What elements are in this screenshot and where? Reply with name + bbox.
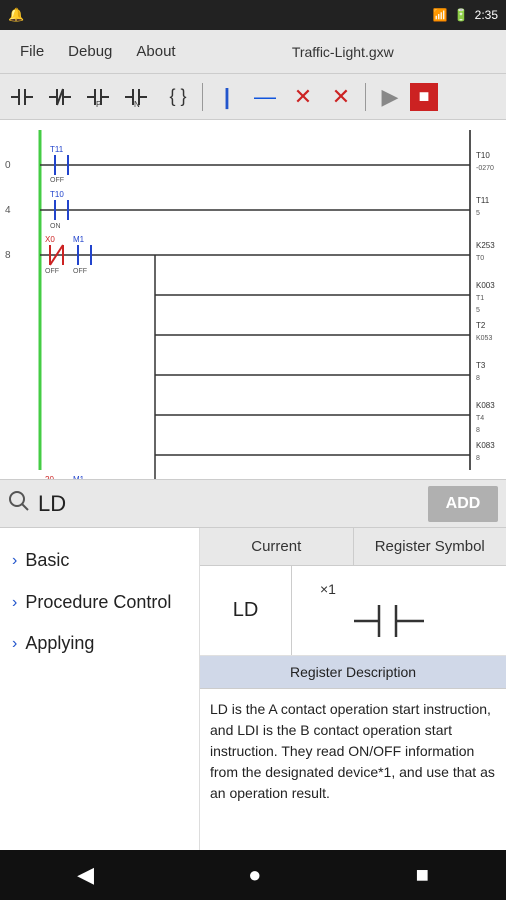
register-description-header: Register Description [200, 656, 506, 689]
nav-item-procedure-control[interactable]: › Procedure Control [0, 582, 199, 624]
notification-icon: 🔔 [8, 7, 24, 23]
svg-text:K053: K053 [476, 335, 492, 342]
status-left: 🔔 [8, 7, 24, 23]
bottom-panel: › Basic › Procedure Control › Applying C… [0, 528, 506, 898]
svg-text:X0: X0 [45, 235, 55, 244]
search-bar: ADD [0, 480, 506, 528]
window-title: Traffic-Light.gxw [188, 44, 498, 60]
svg-text:0: 0 [5, 160, 11, 171]
table-header: Current Register Symbol [200, 528, 506, 566]
delete-coil-button[interactable]: ✕ [323, 79, 359, 115]
cell-current-ld: LD [200, 566, 292, 655]
svg-text:T10: T10 [476, 151, 490, 160]
ladder-svg: T11 OFF T10 -0270 T10 ON T11 5 X0 OFF M1… [0, 120, 506, 479]
vertical-line-button[interactable]: | [209, 79, 245, 115]
nav-label-applying: Applying [25, 633, 94, 655]
svg-text:T11: T11 [50, 145, 64, 154]
svg-text:4: 4 [5, 205, 11, 216]
nav-label-basic: Basic [25, 550, 69, 572]
svg-text:T1: T1 [476, 295, 484, 302]
search-icon [8, 490, 30, 518]
contact-n-button[interactable]: N [122, 79, 158, 115]
nav-arrow-basic: › [12, 552, 17, 570]
contact-symbol-svg [354, 601, 444, 641]
recent-button[interactable]: ■ [416, 862, 429, 888]
status-right: 📶 🔋 2:35 [433, 8, 498, 22]
status-bar: 🔔 📶 🔋 2:35 [0, 0, 506, 30]
svg-text:8: 8 [5, 250, 11, 261]
toolbar-separator-1 [202, 83, 203, 111]
header-register-symbol: Register Symbol [354, 528, 506, 565]
svg-text:5: 5 [476, 210, 480, 217]
svg-text:OFF: OFF [45, 268, 59, 275]
svg-text:8: 8 [476, 427, 480, 434]
svg-text:OFF: OFF [73, 268, 87, 275]
nav-item-basic[interactable]: › Basic [0, 540, 199, 582]
right-panel: Current Register Symbol LD ×1 Register D… [200, 528, 506, 898]
svg-text:20: 20 [45, 475, 54, 479]
menu-bar: File Debug About Traffic-Light.gxw [0, 30, 506, 74]
svg-text:T10: T10 [50, 190, 64, 199]
svg-text:P: P [96, 100, 101, 109]
time-display: 2:35 [475, 8, 498, 22]
symbol-x1-label: ×1 [320, 581, 336, 597]
menu-about[interactable]: About [124, 37, 187, 66]
toolbar: P N { } | — ✕ ✕ ▶ ■ [0, 74, 506, 120]
svg-text:K253: K253 [476, 241, 495, 250]
nav-arrow-applying: › [12, 635, 17, 653]
ladder-area: T11 OFF T10 -0270 T10 ON T11 5 X0 OFF M1… [0, 120, 506, 480]
nav-item-applying[interactable]: › Applying [0, 623, 199, 665]
table-row-ld: LD ×1 [200, 566, 506, 656]
svg-text:M1: M1 [73, 475, 85, 479]
delete-contact-button[interactable]: ✕ [285, 79, 321, 115]
back-button[interactable]: ◀ [77, 862, 94, 888]
register-description-body: LD is the A contact operation start inst… [200, 689, 506, 814]
toolbar-separator-2 [365, 83, 366, 111]
signal-icon: 📶 [433, 8, 448, 22]
svg-text:T2: T2 [476, 321, 486, 330]
menu-debug[interactable]: Debug [56, 37, 124, 66]
contact-p-button[interactable]: P [84, 79, 120, 115]
svg-text:8: 8 [476, 375, 480, 382]
svg-text:5: 5 [476, 307, 480, 314]
cell-symbol-ld: ×1 [292, 566, 506, 655]
header-current: Current [200, 528, 354, 565]
add-button[interactable]: ADD [428, 486, 498, 522]
search-input[interactable] [38, 486, 420, 522]
svg-text:T0: T0 [476, 255, 484, 262]
svg-text:T3: T3 [476, 361, 486, 370]
svg-text:OFF: OFF [50, 177, 64, 184]
nav-arrow-procedure-control: › [12, 594, 17, 612]
svg-text:K003: K003 [476, 281, 495, 290]
svg-text:M1: M1 [73, 235, 85, 244]
coil-button[interactable]: { } [160, 79, 196, 115]
play-button[interactable]: ▶ [372, 79, 408, 115]
battery-icon: 🔋 [454, 8, 469, 22]
menu-file[interactable]: File [8, 37, 56, 66]
horizontal-line-button[interactable]: — [247, 79, 283, 115]
svg-text:-0270: -0270 [476, 165, 494, 172]
svg-text:8: 8 [476, 455, 480, 462]
svg-text:T11: T11 [476, 196, 490, 205]
nav-label-procedure-control: Procedure Control [25, 592, 171, 614]
nav-bar: ◀ ● ■ [0, 850, 506, 900]
contact-nc-button[interactable] [46, 79, 82, 115]
svg-text:ON: ON [50, 223, 61, 230]
contact-no-button[interactable] [8, 79, 44, 115]
svg-text:N: N [134, 100, 140, 109]
home-button[interactable]: ● [248, 862, 261, 888]
svg-text:K083: K083 [476, 401, 495, 410]
left-nav: › Basic › Procedure Control › Applying [0, 528, 200, 898]
svg-text:T4: T4 [476, 415, 484, 422]
stop-button[interactable]: ■ [410, 83, 438, 111]
svg-text:K083: K083 [476, 441, 495, 450]
